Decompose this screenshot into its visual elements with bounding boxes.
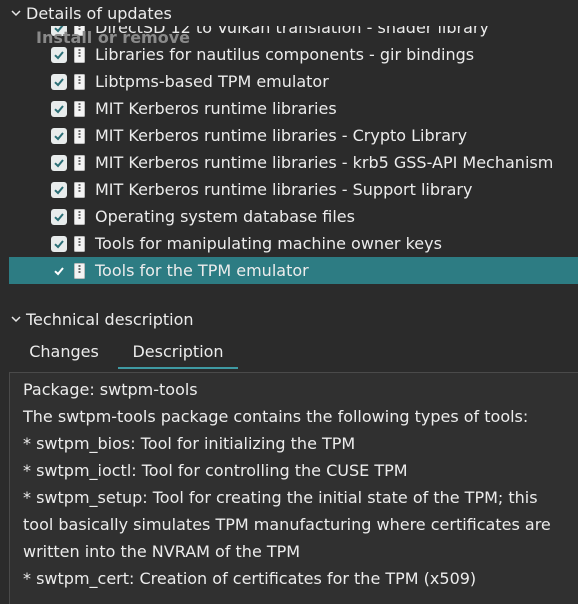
checkmark-icon: [54, 212, 64, 221]
checkmark-icon: [54, 266, 64, 275]
checkmark-icon: [54, 50, 64, 59]
update-item-label: MIT Kerberos runtime libraries - Crypto …: [95, 126, 468, 145]
update-checkbox[interactable]: [51, 263, 67, 279]
description-line: * swtpm_bios: Tool for initializing the …: [23, 434, 356, 453]
package-icon: [73, 46, 86, 63]
description-line: * swtpm_setup: Tool for creating the ini…: [23, 488, 538, 507]
update-checkbox[interactable]: [51, 235, 67, 252]
update-checkbox[interactable]: [51, 127, 67, 144]
details-of-updates-title: Details of updates: [26, 3, 172, 23]
update-item-label: Libtpms-based TPM emulator: [95, 72, 329, 91]
update-checkbox[interactable]: [51, 154, 67, 171]
update-list-item[interactable]: Tools for manipulating machine owner key…: [9, 230, 578, 257]
description-line: Package: swtpm-tools: [23, 380, 198, 399]
checkmark-icon: [54, 185, 64, 194]
package-icon: [73, 73, 86, 90]
update-list-item[interactable]: MIT Kerberos runtime libraries - Support…: [9, 176, 578, 203]
checkmark-icon: [54, 158, 64, 167]
updates-list[interactable]: DirectSD 12 to Vulkan translation - shad…: [9, 26, 578, 304]
package-icon: [73, 127, 86, 144]
description-line: * swtpm_ioctl: Tool for controlling the …: [23, 461, 408, 480]
package-icon: [73, 154, 86, 171]
update-checkbox[interactable]: [51, 208, 67, 225]
details-of-updates-expander[interactable]: Details of updates: [0, 0, 172, 26]
package-icon: [73, 235, 86, 252]
technical-description-expander[interactable]: Technical description: [0, 306, 194, 332]
update-item-label: Operating system database files: [95, 207, 355, 226]
description-tabs: Changes Description: [0, 334, 578, 369]
checkmark-icon: [54, 104, 64, 113]
update-item-label: MIT Kerberos runtime libraries - krb5 GS…: [95, 153, 554, 172]
update-list-item[interactable]: MIT Kerberos runtime libraries: [9, 95, 578, 122]
description-line: written into the NVRAM of the TPM: [23, 542, 301, 561]
description-line: The swtpm-tools package contains the fol…: [23, 407, 529, 426]
tab-changes[interactable]: Changes: [20, 334, 108, 368]
update-checkbox[interactable]: [51, 181, 67, 198]
update-list-item[interactable]: MIT Kerberos runtime libraries - krb5 GS…: [9, 149, 578, 176]
update-item-label: MIT Kerberos runtime libraries: [95, 99, 337, 118]
update-checkbox[interactable]: [51, 46, 67, 63]
tab-changes-label: Changes: [29, 341, 99, 361]
chevron-down-icon: [9, 312, 23, 326]
package-icon: [73, 100, 86, 117]
update-list-item[interactable]: Libtpms-based TPM emulator: [9, 68, 578, 95]
checkmark-icon: [54, 239, 64, 248]
update-item-label: Tools for manipulating machine owner key…: [95, 234, 442, 253]
updates-list-viewport: DirectSD 12 to Vulkan translation - shad…: [9, 26, 578, 304]
update-checkbox[interactable]: [51, 73, 67, 90]
checkmark-icon: [54, 131, 64, 140]
update-details-panel: Details of updates DirectSD 12 to Vulkan…: [0, 0, 578, 604]
description-line: tool basically simulates TPM manufacturi…: [23, 515, 551, 534]
package-icon: [73, 208, 86, 225]
update-item-label: MIT Kerberos runtime libraries - Support…: [95, 180, 473, 199]
update-item-label: Tools for the TPM emulator: [95, 261, 309, 280]
update-list-item[interactable]: Operating system database files: [9, 203, 578, 230]
checkmark-icon: [54, 77, 64, 86]
tab-description[interactable]: Description: [118, 334, 238, 369]
package-icon: [73, 181, 86, 198]
chevron-down-icon: [9, 6, 23, 20]
install-or-remove-label: Install or remove: [36, 27, 190, 47]
update-checkbox[interactable]: [51, 100, 67, 117]
update-list-item[interactable]: MIT Kerberos runtime libraries - Crypto …: [9, 122, 578, 149]
description-text-area[interactable]: Package: swtpm-tools The swtpm-tools pac…: [9, 372, 578, 604]
description-line: * swtpm_cert: Creation of certificates f…: [23, 569, 477, 588]
tab-description-label: Description: [132, 341, 224, 361]
technical-description-title: Technical description: [26, 309, 194, 329]
package-icon: [73, 262, 86, 279]
update-list-item[interactable]: Tools for the TPM emulator: [9, 257, 578, 284]
